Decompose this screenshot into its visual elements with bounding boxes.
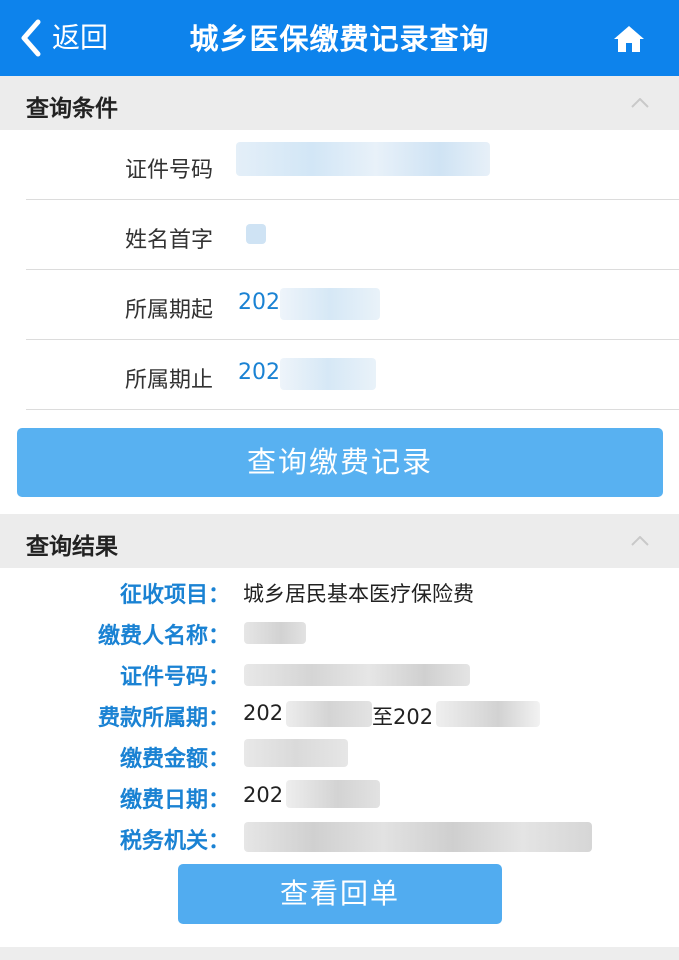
home-icon[interactable] <box>613 25 645 53</box>
tax-authority-label: 税务机关： <box>119 829 230 854</box>
redacted-name-initial <box>246 224 266 244</box>
query-section-title: 查询条件 <box>26 96 118 122</box>
payment-date-value: 202 <box>243 783 284 807</box>
redacted-tax-authority <box>244 822 592 852</box>
redacted-id-number <box>236 142 490 176</box>
page-title: 城乡医保缴费记录查询 <box>189 22 490 56</box>
result-panel: 征收项目： 城乡居民基本医疗保险费 缴费人名称： 证件号码： 费款所属期： 20… <box>0 568 679 947</box>
payment-amount-label: 缴费金额： <box>119 747 230 772</box>
redacted-fee-period-start <box>286 701 372 727</box>
app-header: 返回 城乡医保缴费记录查询 <box>0 0 679 76</box>
redacted-period-start <box>280 288 380 320</box>
fee-period-label: 费款所属期： <box>97 706 230 731</box>
result-section-title: 查询结果 <box>26 534 118 560</box>
redacted-payment-date <box>286 780 380 808</box>
view-receipt-button[interactable]: 查看回单 <box>178 864 502 924</box>
period-end-value[interactable]: 202 <box>238 360 280 385</box>
redacted-result-id-number <box>244 664 470 686</box>
period-start-value[interactable]: 202 <box>238 290 280 315</box>
chevron-up-icon[interactable] <box>631 98 649 108</box>
redacted-period-end <box>280 358 376 390</box>
payment-date-label: 缴费日期： <box>119 788 230 813</box>
period-start-label: 所属期起 <box>124 298 213 323</box>
query-records-button[interactable]: 查询缴费记录 <box>17 428 663 497</box>
result-section-header[interactable]: 查询结果 <box>0 514 679 568</box>
redacted-payer-name <box>244 622 306 644</box>
id-number-label: 证件号码 <box>124 158 213 183</box>
chevron-up-icon[interactable] <box>631 536 649 546</box>
fee-period-start-value: 202 <box>243 701 284 725</box>
bottom-divider <box>0 947 679 960</box>
period-start-row[interactable]: 所属期起 202 <box>26 270 679 340</box>
query-panel: 证件号码 姓名首字 所属期起 202 所属期止 202 查询缴费记录 <box>0 130 679 514</box>
fee-period-end-value: 至202 <box>372 705 434 729</box>
period-end-row[interactable]: 所属期止 202 <box>26 340 679 410</box>
collection-item-value: 城乡居民基本医疗保险费 <box>243 582 474 606</box>
redacted-payment-amount <box>244 739 348 767</box>
redacted-fee-period-end <box>436 701 540 727</box>
result-id-number-label: 证件号码： <box>119 665 230 690</box>
id-number-row[interactable]: 证件号码 <box>26 130 679 200</box>
name-initial-row[interactable]: 姓名首字 <box>26 200 679 270</box>
collection-item-label: 征收项目： <box>119 583 230 608</box>
period-end-label: 所属期止 <box>124 368 213 393</box>
payer-name-label: 缴费人名称： <box>97 624 230 649</box>
name-initial-label: 姓名首字 <box>124 228 213 253</box>
query-section-header[interactable]: 查询条件 <box>0 76 679 130</box>
